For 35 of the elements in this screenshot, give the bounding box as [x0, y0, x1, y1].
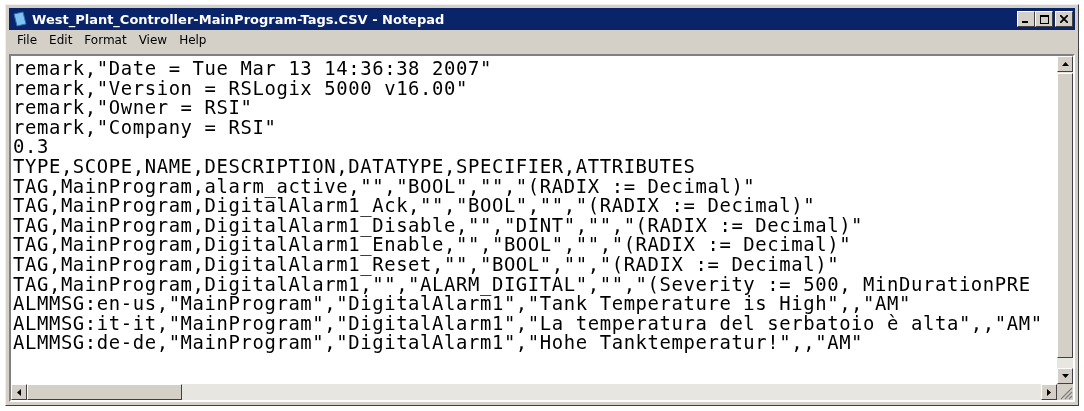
size-grip-icon[interactable] — [1057, 384, 1073, 400]
text-line: TYPE,SCOPE,NAME,DESCRIPTION,DATATYPE,SPECIFIER,ATTRIBUTES — [13, 156, 697, 177]
scroll-right-button[interactable] — [1041, 384, 1057, 400]
scroll-down-button[interactable] — [1057, 368, 1073, 384]
menu-item[interactable]: File — [11, 33, 44, 47]
scroll-up-button[interactable] — [1057, 56, 1073, 72]
menu-item[interactable]: View — [132, 33, 174, 47]
menu-item[interactable]: Format — [78, 33, 133, 47]
text-line: remark,"Date = Tue Mar 13 14:36:38 2007" — [13, 59, 493, 79]
text-line: ALMMSG:it-it,"MainProgram","DigitalAlarm1","La temperatura del serbatoio è alta",,"AM" — [13, 313, 1044, 334]
text-line: ALMMSG:de-de,"MainProgram","DigitalAlarm1","Hohe Tanktemperatur!",,"AM" — [13, 333, 865, 353]
scroll-left-button[interactable] — [11, 384, 27, 400]
horizontal-scrollbar[interactable] — [11, 384, 1057, 400]
left-arrow-icon — [17, 388, 21, 396]
text-line: ALMMSG:en-us,"MainProgram","DigitalAlarm1","Tank Temperature is High",,"AM" — [13, 294, 912, 314]
close-icon — [1060, 15, 1068, 23]
maximize-icon — [1039, 14, 1049, 24]
window-title: West_Plant_Controller-MainProgram-Tags.CSV - Notepad — [32, 11, 446, 27]
text-line: remark,"Company = RSI" — [13, 117, 278, 138]
text-line: 0.3 — [13, 137, 49, 157]
scrollbar-thumb[interactable] — [27, 384, 182, 400]
down-arrow-icon — [1061, 374, 1069, 378]
menu-item[interactable]: Edit — [43, 33, 79, 47]
notepad-icon — [12, 11, 28, 27]
text-line: remark,"Version = RSLogix 5000 v16.00" — [13, 78, 469, 99]
text-line: TAG,MainProgram,alarm_active,"","BOOL","","(RADIX := Decimal)" — [13, 176, 756, 197]
text-line: remark,"Owner = RSI" — [13, 98, 253, 118]
menu-item[interactable]: Help — [173, 33, 213, 47]
right-arrow-icon — [1047, 388, 1051, 396]
text-line: TAG,MainProgram,DigitalAlarm1_Ack,"","BOOL","","(RADIX := Decimal)" — [13, 196, 817, 216]
close-button[interactable] — [1055, 11, 1073, 27]
minimize-button[interactable] — [1017, 11, 1035, 27]
up-arrow-icon — [1061, 62, 1069, 66]
maximize-button[interactable] — [1035, 11, 1053, 27]
text-line: TAG,MainProgram,DigitalAlarm1_Enable,"","BOOL","","(RADIX := Decimal)" — [13, 235, 852, 255]
